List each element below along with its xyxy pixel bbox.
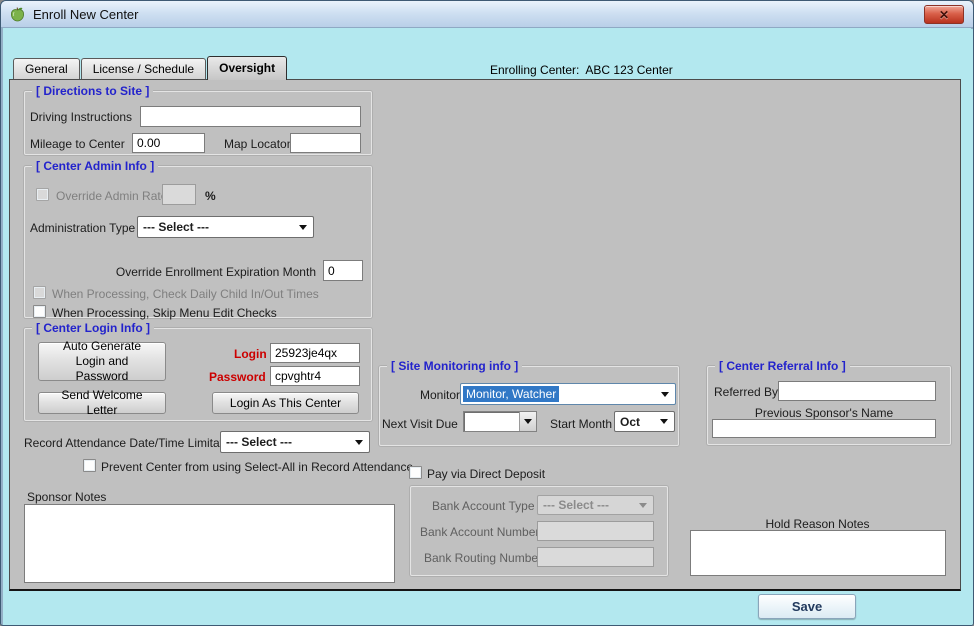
override-admin-rate-input[interactable] — [162, 184, 196, 205]
override-month-input[interactable] — [323, 260, 363, 281]
dropdown-arrow-icon — [299, 224, 307, 230]
site-monitoring-group: [ Site Monitoring info ] — [379, 359, 679, 446]
auto-generate-login-button[interactable]: Auto Generate Login and Password — [38, 339, 166, 383]
title-bar[interactable]: Enroll New Center ✕ — [1, 1, 973, 28]
dropdown-arrow-icon — [639, 502, 647, 508]
previous-sponsor-label: Previous Sponsor's Name — [754, 406, 894, 420]
check-inout-label: When Processing, Check Daily Child In/Ou… — [52, 287, 319, 301]
admin-group-title: [ Center Admin Info ] — [32, 159, 159, 173]
override-admin-rate-label: Override Admin Rate — [56, 189, 168, 203]
attendance-limitation-label: Record Attendance Date/Time Limitation — [24, 436, 239, 450]
mileage-to-center-input[interactable] — [132, 133, 205, 153]
window-title: Enroll New Center — [33, 6, 139, 22]
start-month-dropdown[interactable]: Oct — [614, 411, 675, 432]
close-button[interactable]: ✕ — [924, 5, 964, 24]
administration-type-dropdown[interactable]: --- Select --- — [137, 216, 314, 238]
login-as-this-center-button[interactable]: Login As This Center — [212, 392, 359, 414]
enroll-new-center-window: Enroll New Center ✕ General License / Sc… — [0, 0, 974, 626]
pay-direct-deposit-label: Pay via Direct Deposit — [427, 467, 546, 481]
save-button[interactable]: Save — [758, 594, 856, 619]
enrolling-center-text: Enrolling Center: ABC 123 Center — [490, 63, 673, 77]
dropdown-arrow-icon — [355, 439, 363, 445]
previous-sponsor-input[interactable] — [712, 419, 936, 438]
map-location-label: Map Locaton — [224, 137, 294, 151]
skip-menu-edit-label: When Processing, Skip Menu Edit Checks — [52, 306, 277, 320]
tab-strip: General License / Schedule Oversight — [13, 56, 288, 80]
login-group-title: [ Center Login Info ] — [32, 321, 154, 335]
dropdown-button[interactable] — [519, 412, 536, 431]
administration-type-label: Administration Type — [30, 221, 136, 235]
prevent-select-all-label: Prevent Center from using Select-All in … — [101, 460, 414, 474]
hold-reason-notes-textarea[interactable] — [690, 530, 946, 576]
check-inout-checkbox[interactable] — [33, 286, 46, 299]
send-welcome-letter-button[interactable]: Send Welcome Letter — [38, 388, 166, 417]
login-input[interactable] — [270, 343, 360, 363]
bank-routing-number-input[interactable] — [537, 547, 654, 567]
oversight-tab-panel: [ Directions to Site ] Driving Instructi… — [9, 79, 961, 591]
tab-oversight[interactable]: Oversight — [207, 56, 288, 80]
bank-account-number-label: Bank Account Number — [420, 525, 540, 539]
dialog-body: General License / Schedule Oversight Enr… — [3, 29, 973, 625]
login-label: Login — [234, 347, 267, 361]
bank-account-type-label: Bank Account Type — [432, 499, 535, 513]
dropdown-arrow-icon — [660, 419, 668, 424]
monitor-dropdown[interactable]: Monitor, Watcher — [460, 383, 676, 405]
tab-general[interactable]: General — [13, 58, 80, 80]
green-apple-icon — [10, 7, 25, 21]
enrolling-center-value: ABC 123 Center — [585, 63, 673, 77]
hold-reason-notes-label: Hold Reason Notes — [765, 517, 870, 531]
bank-account-number-input[interactable] — [537, 521, 654, 541]
prevent-select-all-checkbox[interactable] — [83, 459, 96, 472]
next-visit-due-dropdown[interactable] — [463, 411, 537, 432]
percent-sign: % — [205, 189, 216, 203]
sponsor-notes-label: Sponsor Notes — [27, 490, 107, 504]
password-label: Password — [209, 370, 266, 384]
mileage-to-center-label: Mileage to Center — [30, 137, 125, 151]
bank-account-type-dropdown[interactable]: --- Select --- — [537, 495, 654, 515]
driving-instructions-input[interactable] — [140, 106, 361, 127]
override-month-label: Override Enrollment Expiration Month — [115, 265, 316, 279]
administration-type-value: --- Select --- — [143, 220, 209, 234]
map-location-input[interactable] — [290, 133, 361, 153]
monitor-value: Monitor, Watcher — [463, 386, 560, 402]
attendance-limitation-dropdown[interactable]: --- Select --- — [220, 431, 370, 453]
start-month-label: Start Month — [550, 417, 613, 431]
directions-group-title: [ Directions to Site ] — [32, 84, 154, 98]
override-admin-rate-checkbox[interactable] — [36, 188, 49, 201]
close-icon: ✕ — [938, 7, 950, 22]
driving-instructions-label: Driving Instructions — [30, 110, 133, 124]
next-visit-due-label: Next Visit Due — [382, 417, 458, 431]
bank-account-type-value: --- Select --- — [543, 498, 609, 512]
pay-direct-deposit-checkbox[interactable] — [409, 466, 422, 479]
enrolling-center-label: Enrolling Center: — [490, 63, 580, 77]
tab-license-schedule[interactable]: License / Schedule — [80, 58, 207, 80]
referred-by-label: Referred By — [714, 385, 779, 399]
referral-group-title: [ Center Referral Info ] — [715, 359, 850, 373]
dropdown-arrow-icon — [661, 391, 669, 397]
monitor-label: Monitor — [420, 388, 461, 402]
monitoring-group-title: [ Site Monitoring info ] — [387, 359, 523, 373]
password-input[interactable] — [270, 366, 360, 386]
skip-menu-edit-checkbox[interactable] — [33, 305, 46, 318]
sponsor-notes-textarea[interactable] — [24, 504, 395, 583]
attendance-limitation-value: --- Select --- — [226, 435, 292, 449]
referred-by-input[interactable] — [778, 381, 936, 401]
bank-routing-number-label: Bank Routing Number — [424, 551, 543, 565]
dropdown-arrow-icon — [524, 419, 532, 424]
start-month-value: Oct — [620, 414, 641, 429]
